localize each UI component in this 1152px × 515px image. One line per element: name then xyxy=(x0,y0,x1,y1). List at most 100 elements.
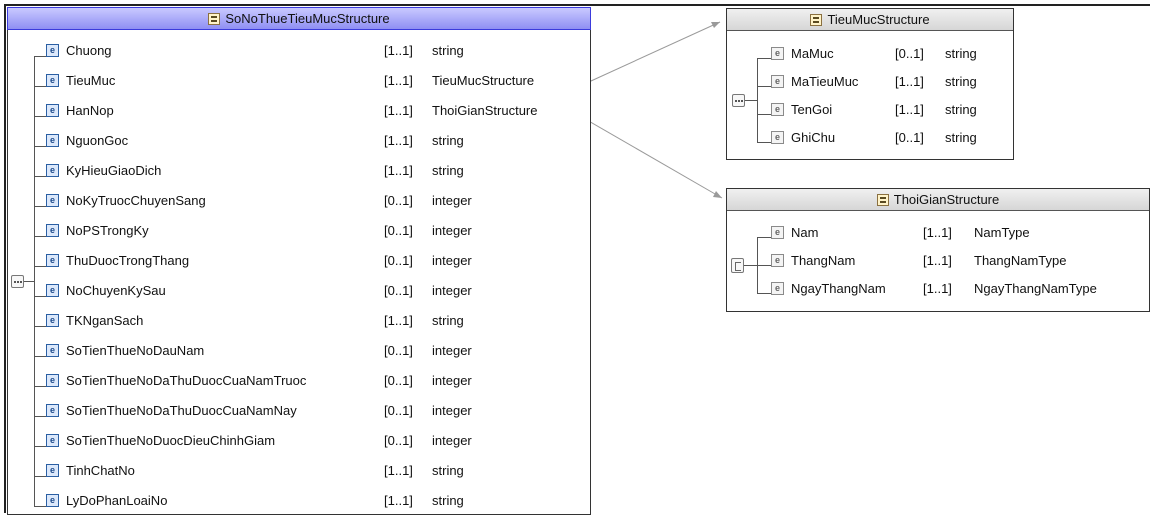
element-icon: e xyxy=(46,194,59,207)
element-icon: e xyxy=(46,434,59,447)
element-row-kyhieugiaodich[interactable]: e KyHieuGiaoDich [1..1] string xyxy=(8,161,590,181)
element-row-tinhchatno[interactable]: e TinhChatNo [1..1] string xyxy=(8,461,590,481)
tieumuc-structure-title: TieuMucStructure xyxy=(827,12,930,27)
element-type: ThangNamType xyxy=(974,253,1067,268)
element-row-tkngansach[interactable]: e TKNganSach [1..1] string xyxy=(8,311,590,331)
element-icon: e xyxy=(46,404,59,417)
element-row-sotienthuenodathuduoccuanamnay[interactable]: e SoTienThueNoDaThuDuocCuaNamNay [0..1] int… xyxy=(8,401,590,421)
element-row-sotienthuenodaunam[interactable]: e SoTienThueNoDauNam [0..1] integer xyxy=(8,341,590,361)
main-structure-box[interactable]: SoNoThueTieuMucStructure e Chuong [1..1] st… xyxy=(7,7,591,515)
element-icon: e xyxy=(46,134,59,147)
thoigian-structure-title: ThoiGianStructure xyxy=(893,192,1000,207)
complex-type-icon xyxy=(810,14,823,26)
element-type: NgayThangNamType xyxy=(974,281,1097,296)
element-cardinality: [0..1] xyxy=(384,223,413,238)
element-type: string xyxy=(432,463,464,478)
element-icon: e xyxy=(46,74,59,87)
element-cardinality: [1..1] xyxy=(895,74,924,89)
element-row-nopstrongky[interactable]: e NoPSTrongKy [0..1] integer xyxy=(8,221,590,241)
element-cardinality: [0..1] xyxy=(384,193,413,208)
tieumuc-structure-header[interactable]: TieuMucStructure xyxy=(727,9,1013,31)
element-row-tieumuc[interactable]: e TieuMuc [1..1] TieuMucStructure xyxy=(8,71,590,91)
main-structure-header[interactable]: SoNoThueTieuMucStructure xyxy=(7,7,591,30)
element-icon: e xyxy=(46,164,59,177)
element-name: TieuMuc xyxy=(66,73,116,88)
element-row-matieumuc[interactable]: e MaTieuMuc [1..1] string xyxy=(727,72,1013,92)
element-cardinality: [0..1] xyxy=(895,130,924,145)
element-row-ngaythangnam[interactable]: e NgayThangNam [1..1] NgayThangNamType xyxy=(727,279,1149,299)
element-cardinality: [0..1] xyxy=(384,433,413,448)
connector-thoigian xyxy=(579,115,723,199)
element-type: string xyxy=(432,163,464,178)
element-cardinality: [0..1] xyxy=(384,403,413,418)
element-row-thuduoctrongthang[interactable]: e ThuDuocTrongThang [0..1] integer xyxy=(8,251,590,271)
main-structure-title: SoNoThueTieuMucStructure xyxy=(225,11,390,26)
element-name: KyHieuGiaoDich xyxy=(66,163,162,178)
element-type: integer xyxy=(432,373,472,388)
element-row-nochuyenkysau[interactable]: e NoChuyenKySau [0..1] integer xyxy=(8,281,590,301)
element-type: string xyxy=(945,46,977,61)
element-cardinality: [0..1] xyxy=(895,46,924,61)
element-icon: e xyxy=(771,131,784,144)
element-cardinality: [1..1] xyxy=(895,102,924,117)
element-cardinality: [1..1] xyxy=(384,313,413,328)
element-type: string xyxy=(945,130,977,145)
element-icon: e xyxy=(46,284,59,297)
element-type: string xyxy=(432,133,464,148)
tieumuc-structure-box[interactable]: TieuMucStructure e MaMuc [0..1] string e MaTi… xyxy=(726,8,1014,160)
element-name: SoTienThueNoDaThuDuocCuaNamNay xyxy=(66,403,297,418)
element-type: string xyxy=(945,74,977,89)
element-icon: e xyxy=(46,344,59,357)
element-row-sotienthuenoduocdieuchinhgiam[interactable]: e SoTienThueNoDuocDieuChinhGiam [0..1] inte… xyxy=(8,431,590,451)
element-type: integer xyxy=(432,193,472,208)
element-name: SoTienThueNoDuocDieuChinhGiam xyxy=(66,433,276,448)
element-type: integer xyxy=(432,403,472,418)
element-row-thangnam[interactable]: e ThangNam [1..1] ThangNamType xyxy=(727,251,1149,271)
element-cardinality: [1..1] xyxy=(923,253,952,268)
element-type: integer xyxy=(432,223,472,238)
element-name: NgayThangNam xyxy=(791,281,886,296)
element-icon: e xyxy=(46,104,59,117)
element-name: NguonGoc xyxy=(66,133,129,148)
element-name: NoKyTruocChuyenSang xyxy=(66,193,206,208)
element-name: ThuDuocTrongThang xyxy=(66,253,190,268)
thoigian-structure-box[interactable]: ThoiGianStructure e Nam [1..1] NamType e Than… xyxy=(726,188,1150,312)
element-row-nam[interactable]: e Nam [1..1] NamType xyxy=(727,223,1149,243)
element-name: GhiChu xyxy=(791,130,836,145)
element-row-tengoi[interactable]: e TenGoi [1..1] string xyxy=(727,100,1013,120)
element-type: string xyxy=(432,493,464,508)
element-cardinality: [1..1] xyxy=(384,133,413,148)
element-row-ghichu[interactable]: e GhiChu [0..1] string xyxy=(727,128,1013,148)
element-cardinality: [1..1] xyxy=(923,225,952,240)
element-row-sotienthuenodathuduoccuanamtruoc[interactable]: e SoTienThueNoDaThuDuocCuaNamTruoc [0..1] i… xyxy=(8,371,590,391)
element-row-hannop[interactable]: e HanNop [1..1] ThoiGianStructure xyxy=(8,101,590,121)
element-row-nokytruocchuyensang[interactable]: e NoKyTruocChuyenSang [0..1] integer xyxy=(8,191,590,211)
element-cardinality: [1..1] xyxy=(384,73,413,88)
element-icon: e xyxy=(771,47,784,60)
element-row-mamuc[interactable]: e MaMuc [0..1] string xyxy=(727,44,1013,64)
element-name: NoChuyenKySau xyxy=(66,283,166,298)
thoigian-structure-header[interactable]: ThoiGianStructure xyxy=(727,189,1149,211)
element-icon: e xyxy=(46,224,59,237)
element-row-lydophanloaino[interactable]: e LyDoPhanLoaiNo [1..1] string xyxy=(8,491,590,511)
element-icon: e xyxy=(771,226,784,239)
element-icon: e xyxy=(46,464,59,477)
complex-type-icon xyxy=(876,194,889,206)
element-cardinality: [1..1] xyxy=(384,103,413,118)
element-cardinality: [1..1] xyxy=(384,43,413,58)
element-name: NoPSTrongKy xyxy=(66,223,149,238)
element-row-chuong[interactable]: e Chuong [1..1] string xyxy=(8,41,590,61)
element-cardinality: [1..1] xyxy=(384,463,413,478)
element-type: TieuMucStructure xyxy=(432,73,535,88)
element-name: SoTienThueNoDauNam xyxy=(66,343,205,358)
element-type: NamType xyxy=(974,225,1030,240)
element-name: SoTienThueNoDaThuDuocCuaNamTruoc xyxy=(66,373,307,388)
element-type: string xyxy=(945,102,977,117)
element-cardinality: [1..1] xyxy=(923,281,952,296)
element-name: LyDoPhanLoaiNo xyxy=(66,493,168,508)
element-cardinality: [1..1] xyxy=(384,163,413,178)
element-icon: e xyxy=(46,314,59,327)
element-name: HanNop xyxy=(66,103,114,118)
element-row-nguongoc[interactable]: e NguonGoc [1..1] string xyxy=(8,131,590,151)
element-type: integer xyxy=(432,433,472,448)
